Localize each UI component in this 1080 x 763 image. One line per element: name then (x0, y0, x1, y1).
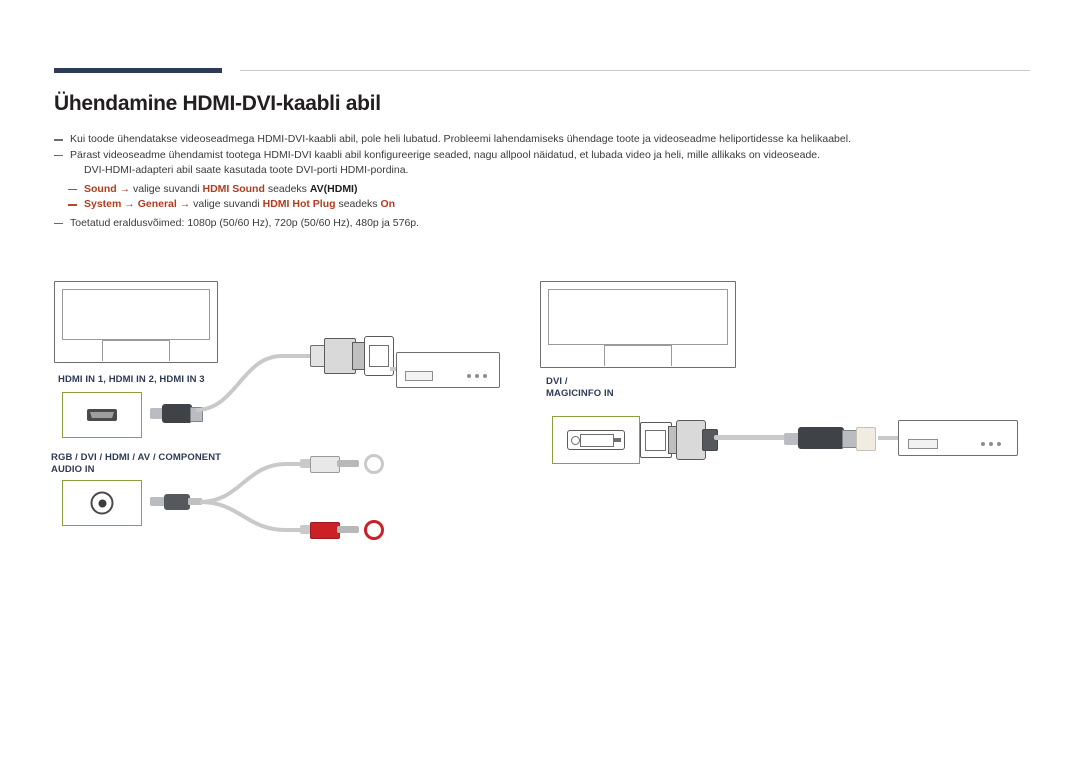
device-slot (405, 371, 433, 381)
hdmi-port-box (62, 392, 142, 438)
video-device-icon (898, 420, 1018, 456)
audio-cable-split (199, 462, 304, 532)
hdmi-male-plug-icon (150, 400, 203, 426)
hdmi-port-label: HDMI IN 1, HDMI IN 2, HDMI IN 3 (58, 374, 205, 385)
dvi-male-plug-icon (310, 334, 394, 378)
menu-path-sound: Sound → valige suvandi HDMI Sound seadek… (54, 182, 1034, 197)
dvi-male-plug-icon (640, 418, 718, 462)
header-rule (0, 68, 1080, 73)
audio-port-box (62, 480, 142, 526)
audio-port-label: RGB / DVI / HDMI / AV / COMPONENT AUDIO … (51, 452, 222, 475)
menu-value-avhdmi: AV(HDMI) (309, 182, 358, 195)
stereo-mini-plug-icon (150, 492, 204, 512)
device-indicator (467, 374, 471, 378)
panel-stand (102, 340, 170, 361)
menu-mid-text: valige suvandi (133, 182, 200, 195)
connection-diagram: HDMI IN 1, HDMI IN 2, HDMI IN 3 RGB / DV… (0, 272, 1080, 552)
note-sub-text: DVI-HDMI-adapteri abil saate kasutada to… (84, 164, 409, 176)
menu-arrow: → (119, 182, 131, 195)
menu-value-on: On (380, 198, 396, 210)
device-indicator (475, 374, 479, 378)
dvi-hdmi-cable (714, 435, 788, 440)
note-resolution-text: Toetatud eraldusvõimed: 1080p (50/60 Hz)… (70, 216, 420, 229)
panel-screen (62, 289, 210, 340)
accent-bar (54, 68, 222, 73)
audio-jack-port-icon (90, 491, 114, 515)
dvi-port-box (552, 416, 640, 464)
device-indicator (981, 442, 985, 446)
panel-stand (604, 345, 672, 366)
menu-root-sound: Sound (84, 182, 117, 195)
dvi-port-label: DVI / MAGICINFO IN (546, 376, 614, 399)
menu-verb: seadeks (338, 198, 378, 210)
device-indicator (989, 442, 993, 446)
note-text: Kui toode ühendatakse videoseadmega HDMI… (70, 133, 851, 145)
menu-second-general: General (137, 198, 177, 210)
device-indicator (483, 374, 487, 378)
hdmi-port-icon (87, 409, 117, 421)
hdmi-male-plug-icon (784, 424, 880, 452)
note-item: Pärast videoseadme ühendamist tootega HD… (54, 148, 1034, 163)
menu-verb: seadeks (267, 182, 307, 195)
note-item: Kui toode ühendatakse videoseadmega HDMI… (54, 132, 1034, 147)
menu-setting-hdmi-hot-plug: HDMI Hot Plug (262, 198, 336, 210)
left-display-panel (54, 281, 218, 363)
menu-arrow-2: → (179, 198, 191, 210)
note-resolution: Toetatud eraldusvõimed: 1080p (50/60 Hz)… (54, 216, 1034, 231)
menu-path-system: System → General → valige suvandi HDMI H… (54, 197, 1034, 212)
right-display-panel (540, 281, 736, 368)
rca-plug-white-icon (300, 454, 386, 474)
device-slot (908, 439, 938, 449)
rca-plug-red-icon (300, 520, 386, 540)
note-text: Pärast videoseadme ühendamist tootega HD… (70, 148, 821, 161)
notes-list: Kui toode ühendatakse videoseadmega HDMI… (54, 132, 1034, 231)
page-title: Ühendamine HDMI-DVI-kaabli abil (54, 92, 381, 115)
hdmi-cable-curve (195, 354, 314, 412)
menu-setting-hdmi-sound: HDMI Sound (202, 182, 265, 195)
dvi-port-icon (567, 430, 625, 450)
video-device-icon (396, 352, 500, 388)
menu-root-system: System (84, 198, 122, 210)
device-indicator (997, 442, 1001, 446)
right-device-cable (878, 436, 900, 440)
menu-arrow: → (124, 198, 135, 210)
header-divider (240, 70, 1030, 71)
panel-screen (548, 289, 728, 345)
note-sub-item: DVI-HDMI-adapteri abil saate kasutada to… (54, 163, 1034, 178)
menu-mid-text: valige suvandi (193, 198, 260, 210)
